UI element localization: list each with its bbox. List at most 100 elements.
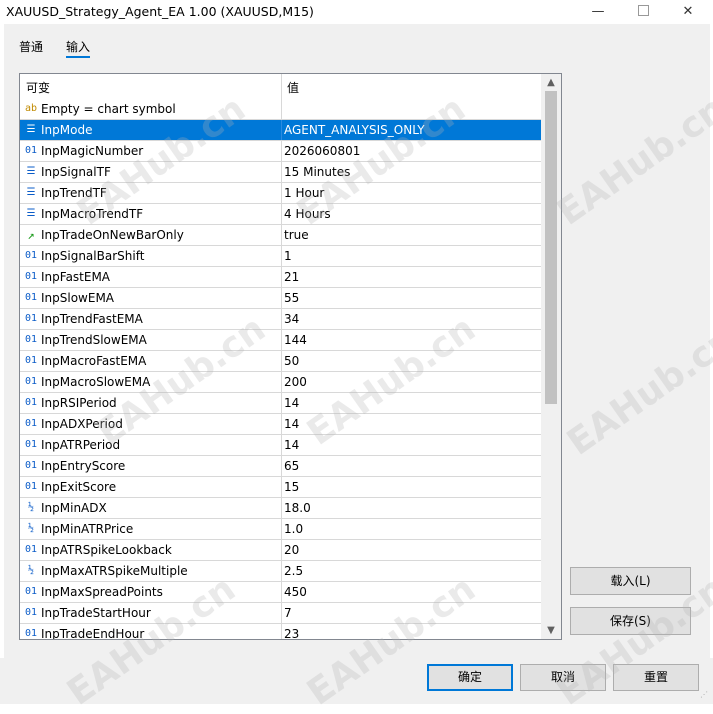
input-row[interactable]: 01 InpFastEMA 21 [20,267,541,288]
input-value[interactable]: AGENT_ANALYSIS_ONLY [284,123,425,137]
input-name: InpMaxATRSpikeMultiple [41,564,188,578]
input-row[interactable]: 01 InpMacroSlowEMA 200 [20,372,541,393]
input-value[interactable]: 14 [284,438,299,452]
int-icon: 01 [24,292,38,303]
input-name: InpSignalTF [41,165,111,179]
title-bar[interactable]: XAUUSD_Strategy_Agent_EA 1.00 (XAUUSD,M1… [0,0,713,24]
cell-divider [281,120,282,140]
input-row[interactable]: 01 InpADXPeriod 14 [20,414,541,435]
input-row[interactable]: 01 InpExitScore 15 [20,477,541,498]
maximize-button[interactable] [620,0,666,24]
input-row[interactable]: ☰ InpMode AGENT_ANALYSIS_ONLY [20,120,541,141]
inputs-grid[interactable]: 可变 值 ab Empty = chart symbol ☰ InpMode AGENT… [19,73,562,640]
input-value[interactable]: 15 Minutes [284,165,350,179]
minimize-button[interactable]: — [575,0,621,24]
input-row[interactable]: ½ InpMinATRPrice 1.0 [20,519,541,540]
cell-divider [281,393,282,413]
input-row[interactable]: 01 InpATRPeriod 14 [20,435,541,456]
tab-common[interactable]: 普通 [19,38,43,55]
input-name: InpMacroSlowEMA [41,375,151,389]
input-value[interactable]: 21 [284,270,299,284]
input-value[interactable]: 14 [284,396,299,410]
cancel-button[interactable]: 取消 [520,664,606,691]
input-name: InpMinATRPrice [41,522,134,536]
int-icon: 01 [24,439,38,450]
scroll-up-arrow-icon[interactable]: ▲ [541,74,561,91]
input-value[interactable]: 20 [284,543,299,557]
input-value[interactable]: 65 [284,459,299,473]
input-name: InpTradeEndHour [41,627,145,640]
double-icon: ½ [27,502,35,513]
input-row[interactable]: 01 InpEntryScore 65 [20,456,541,477]
input-value[interactable]: 55 [284,291,299,305]
cell-divider [281,351,282,371]
cell-divider [281,456,282,476]
enum-icon: ☰ [26,187,36,198]
input-row[interactable]: 01 InpTradeStartHour 7 [20,603,541,624]
cell-divider [281,582,282,602]
input-row[interactable]: ab Empty = chart symbol [20,99,541,120]
input-value[interactable]: 14 [284,417,299,431]
input-value[interactable]: 1 [284,249,292,263]
input-row[interactable]: ☰ InpSignalTF 15 Minutes [20,162,541,183]
input-row[interactable]: 01 InpMagicNumber 2026060801 [20,141,541,162]
int-icon: 01 [24,460,38,471]
input-value[interactable]: 2.5 [284,564,303,578]
save-button[interactable]: 保存(S) [570,607,691,635]
input-row[interactable]: ½ InpMinADX 18.0 [20,498,541,519]
int-icon: 01 [24,628,38,639]
input-value[interactable]: 200 [284,375,307,389]
input-row[interactable]: ☰ InpTrendTF 1 Hour [20,183,541,204]
resize-grip-icon[interactable]: ⋰ [700,690,710,700]
column-header-variable[interactable]: 可变 [26,79,50,96]
input-row[interactable]: 01 InpTradeEndHour 23 [20,624,541,640]
cell-divider [281,141,282,161]
input-value[interactable]: 1.0 [284,522,303,536]
input-value[interactable]: true [284,228,309,242]
input-value[interactable]: 1 Hour [284,186,324,200]
enum-icon: ☰ [26,166,36,177]
vertical-scrollbar[interactable]: ▲ ▼ [541,74,561,639]
ok-button[interactable]: 确定 [427,664,513,691]
cell-divider [281,225,282,245]
input-row[interactable]: 01 InpRSIPeriod 14 [20,393,541,414]
close-button[interactable]: ✕ [665,0,711,24]
input-value[interactable]: 450 [284,585,307,599]
input-value[interactable]: 7 [284,606,292,620]
input-row[interactable]: 01 InpMacroFastEMA 50 [20,351,541,372]
input-value[interactable]: 34 [284,312,299,326]
input-row[interactable]: ☰ InpMacroTrendTF 4 Hours [20,204,541,225]
input-value[interactable]: 15 [284,480,299,494]
cell-divider [281,372,282,392]
input-value[interactable]: 50 [284,354,299,368]
column-header-value[interactable]: 值 [287,79,299,96]
cell-divider [281,288,282,308]
input-row[interactable]: 01 InpMaxSpreadPoints 450 [20,582,541,603]
grid-header: 可变 值 [20,74,541,100]
reset-button[interactable]: 重置 [613,664,699,691]
enum-icon: ☰ [26,208,36,219]
scrollbar-thumb[interactable] [545,91,557,404]
window-title: XAUUSD_Strategy_Agent_EA 1.00 (XAUUSD,M1… [6,4,314,19]
input-row[interactable]: 01 InpTrendFastEMA 34 [20,309,541,330]
input-value[interactable]: 2026060801 [284,144,360,158]
load-button[interactable]: 载入(L) [570,567,691,595]
input-row[interactable]: 01 InpATRSpikeLookback 20 [20,540,541,561]
tab-inputs[interactable]: 输入 [66,38,90,55]
input-row[interactable]: 01 InpTrendSlowEMA 144 [20,330,541,351]
input-value[interactable]: 4 Hours [284,207,331,221]
input-row[interactable]: ↗ InpTradeOnNewBarOnly true [20,225,541,246]
input-name: InpMinADX [41,501,107,515]
input-value[interactable]: 23 [284,627,299,639]
cell-divider [281,414,282,434]
int-icon: 01 [24,607,38,618]
input-name: Empty = chart symbol [41,102,176,116]
column-divider[interactable] [281,74,282,99]
enum-icon: ☰ [26,124,36,135]
input-row[interactable]: ½ InpMaxATRSpikeMultiple 2.5 [20,561,541,582]
input-value[interactable]: 18.0 [284,501,311,515]
input-value[interactable]: 144 [284,333,307,347]
input-row[interactable]: 01 InpSlowEMA 55 [20,288,541,309]
scroll-down-arrow-icon[interactable]: ▼ [541,622,561,639]
input-row[interactable]: 01 InpSignalBarShift 1 [20,246,541,267]
